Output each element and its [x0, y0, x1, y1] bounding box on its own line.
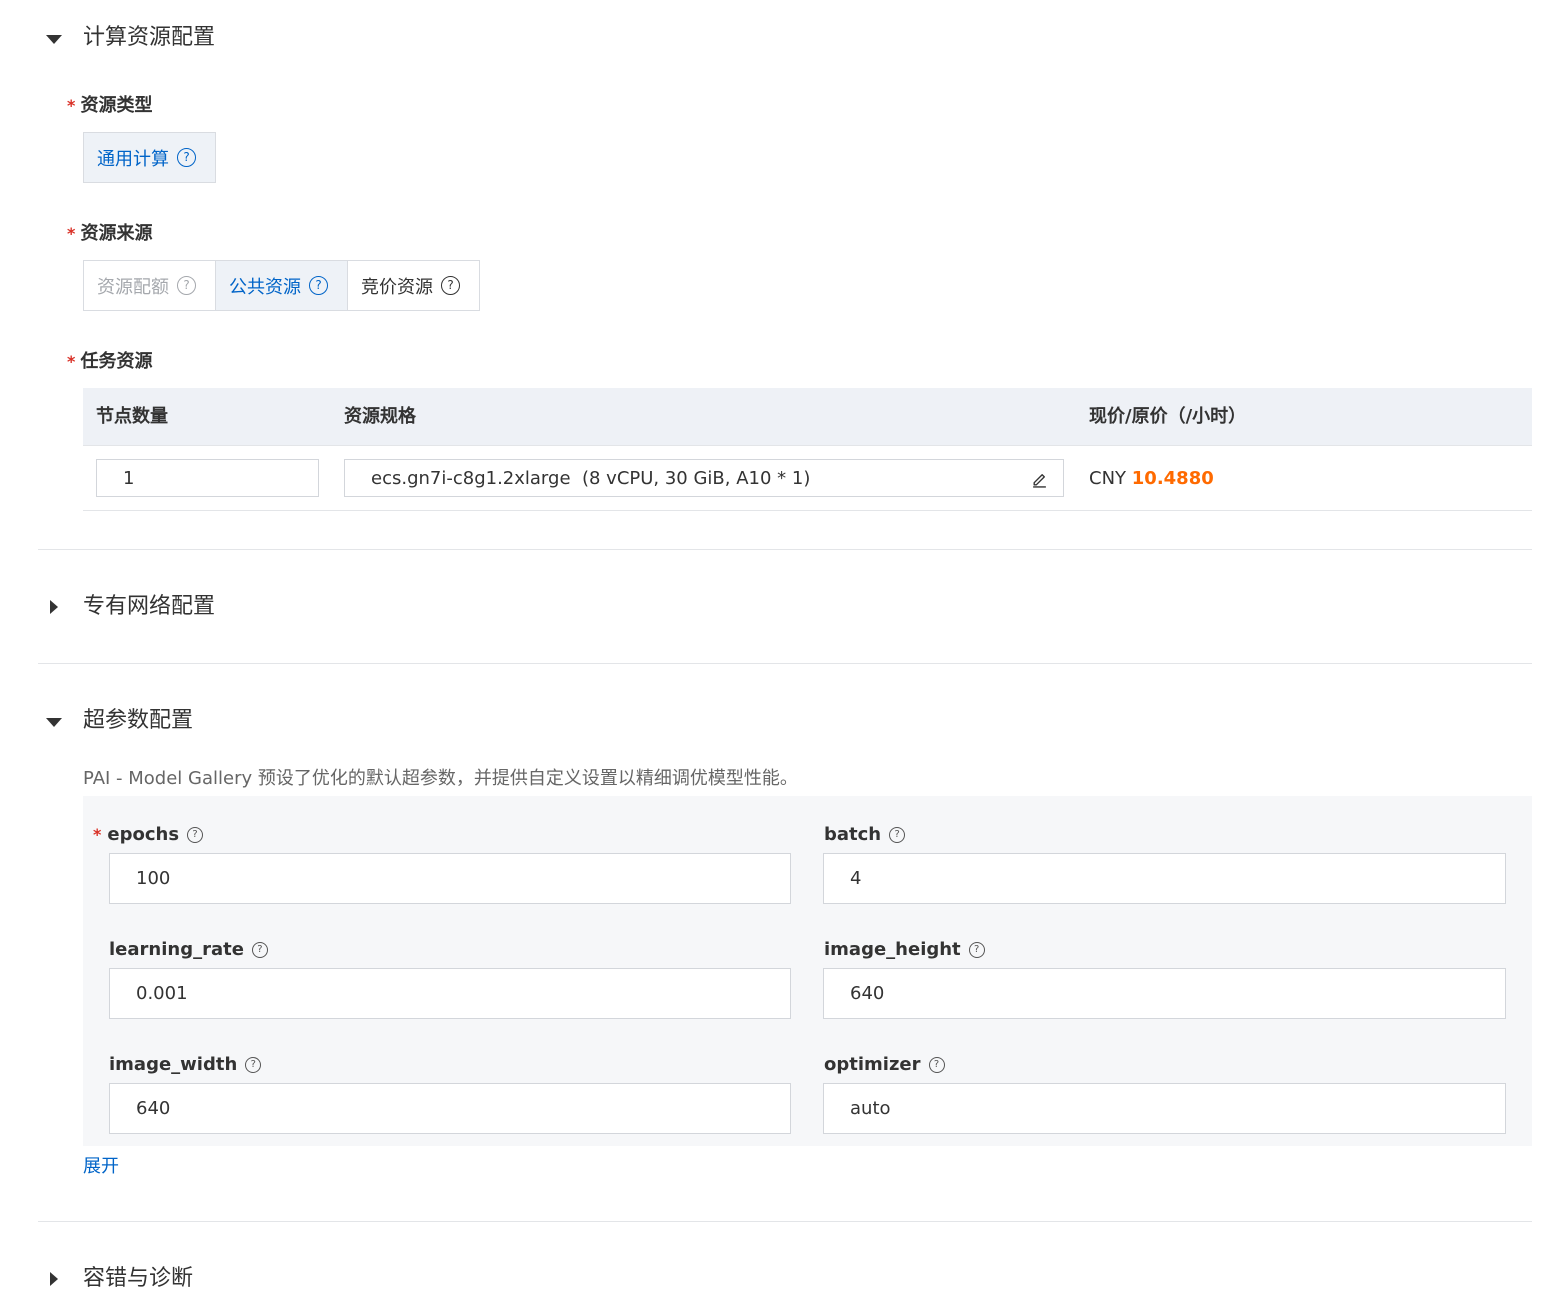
input-value: ecs.gn7i-c8g1.2xlarge (8 vCPU, 30 GiB, A…: [371, 467, 811, 489]
caret-right-icon[interactable]: [50, 600, 58, 614]
section-divider: [38, 1221, 1532, 1222]
required-mark: *: [67, 96, 76, 115]
hyper-section-header[interactable]: 超参数配置: [46, 706, 446, 738]
hyper-description: PAI - Model Gallery 预设了优化的默认超参数，并提供自定义设置…: [83, 768, 798, 789]
question-circle-icon[interactable]: ?: [968, 942, 985, 958]
node-count-input[interactable]: 1: [96, 459, 319, 497]
resource-type-label: * 资源类型: [67, 95, 153, 116]
resource-spec-select[interactable]: ecs.gn7i-c8g1.2xlarge (8 vCPU, 30 GiB, A…: [344, 459, 1064, 497]
param-name: image_width: [109, 1054, 238, 1075]
price-currency: CNY: [1089, 468, 1127, 489]
option-label: 通用计算: [97, 148, 169, 170]
table-header: 节点数量 资源规格 现价/原价（/小时）: [83, 388, 1532, 446]
vpc-section-header[interactable]: 专有网络配置: [46, 592, 446, 624]
required-mark: *: [67, 224, 76, 243]
resource-source-public[interactable]: 公共资源 ?: [215, 260, 348, 311]
required-mark: *: [67, 352, 76, 371]
task-resource-label: * 任务资源: [67, 351, 153, 372]
batch-input[interactable]: 4: [823, 853, 1506, 904]
input-value: 1: [123, 467, 135, 489]
hyper-param-panel: * epochs ? 100 batch ? 4 learning_rate ?…: [83, 796, 1532, 1146]
required-mark: *: [93, 825, 102, 844]
batch-label: batch ?: [824, 823, 906, 847]
resource-source-spot[interactable]: 竞价资源 ?: [347, 260, 480, 311]
section-title: 计算资源配置: [83, 25, 216, 50]
question-circle-icon[interactable]: ?: [187, 827, 204, 843]
table-row: 1 ecs.gn7i-c8g1.2xlarge (8 vCPU, 30 GiB,…: [83, 446, 1532, 511]
compute-section-header[interactable]: 计算资源配置: [46, 23, 446, 55]
edit-pencil-icon[interactable]: [1031, 471, 1048, 488]
section-title: 容错与诊断: [83, 1266, 194, 1291]
optimizer-label: optimizer ?: [824, 1053, 945, 1077]
input-value: 640: [136, 1098, 171, 1119]
param-name: image_height: [824, 939, 961, 960]
param-name: batch: [824, 824, 882, 845]
column-header-price: 现价/原价（/小时）: [1089, 406, 1247, 427]
optimizer-input[interactable]: auto: [823, 1083, 1506, 1134]
input-value: auto: [850, 1098, 891, 1119]
option-label: 公共资源: [229, 276, 301, 298]
task-resource-table: 节点数量 资源规格 现价/原价（/小时） 1 ecs.gn7i-c8g1.2xl…: [83, 388, 1532, 511]
resource-source-quota[interactable]: 资源配额 ?: [83, 260, 216, 311]
section-divider: [38, 663, 1532, 664]
section-title: 超参数配置: [83, 708, 194, 733]
fault-section-header[interactable]: 容错与诊断: [46, 1264, 446, 1296]
image-height-label: image_height ?: [824, 938, 985, 962]
image-width-input[interactable]: 640: [109, 1083, 791, 1134]
epochs-label: * epochs ?: [93, 823, 204, 847]
question-circle-icon[interactable]: ?: [251, 942, 268, 958]
learning-rate-input[interactable]: 0.001: [109, 968, 791, 1019]
question-circle-icon[interactable]: ?: [441, 276, 460, 295]
image-height-input[interactable]: 640: [823, 968, 1506, 1019]
question-circle-icon[interactable]: ?: [889, 827, 906, 843]
option-label: 资源配额: [97, 276, 169, 298]
resource-type-general-compute[interactable]: 通用计算 ?: [83, 132, 216, 183]
input-value: 640: [850, 983, 885, 1004]
caret-down-icon[interactable]: [46, 718, 62, 727]
epochs-input[interactable]: 100: [109, 853, 791, 904]
input-value: 4: [850, 868, 862, 889]
param-name: epochs: [107, 824, 180, 845]
question-circle-icon[interactable]: ?: [245, 1057, 262, 1073]
price-value: 10.4880: [1131, 468, 1214, 489]
section-divider: [38, 549, 1532, 550]
caret-right-icon[interactable]: [50, 1272, 58, 1286]
option-label: 竞价资源: [361, 276, 433, 298]
expand-link[interactable]: 展开: [83, 1155, 119, 1179]
question-circle-icon[interactable]: ?: [177, 276, 196, 295]
param-name: learning_rate: [109, 939, 244, 960]
question-circle-icon[interactable]: ?: [309, 276, 328, 295]
column-header-spec: 资源规格: [344, 406, 416, 427]
image-width-label: image_width ?: [109, 1053, 262, 1077]
section-title: 专有网络配置: [83, 594, 216, 619]
resource-source-label: * 资源来源: [67, 223, 153, 244]
learning-rate-label: learning_rate ?: [109, 938, 268, 962]
question-circle-icon[interactable]: ?: [177, 148, 196, 167]
input-value: 100: [136, 868, 171, 889]
caret-down-icon[interactable]: [46, 35, 62, 44]
column-header-node-count: 节点数量: [96, 406, 168, 427]
price-display: CNY 10.4880: [1089, 467, 1214, 491]
question-circle-icon[interactable]: ?: [928, 1057, 945, 1073]
input-value: 0.001: [136, 983, 188, 1004]
param-name: optimizer: [824, 1054, 921, 1075]
